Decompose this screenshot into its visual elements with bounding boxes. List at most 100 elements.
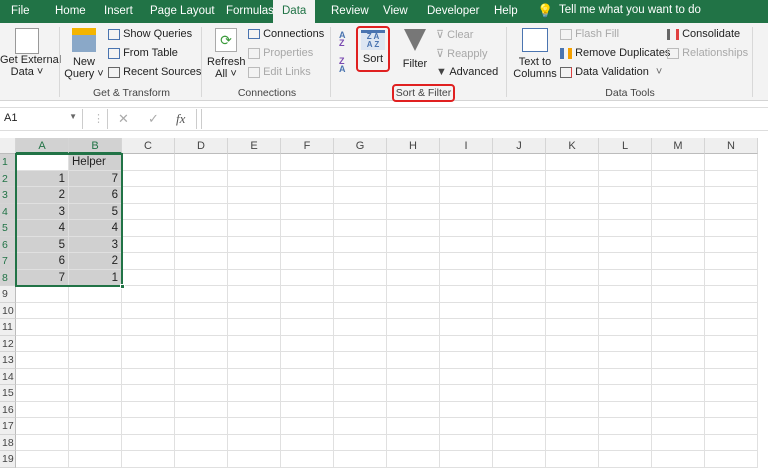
cell-A18[interactable] bbox=[16, 434, 69, 451]
from-table-button[interactable]: From Table bbox=[108, 47, 178, 59]
cell-G17[interactable] bbox=[334, 418, 387, 435]
column-header-N[interactable]: N bbox=[705, 138, 758, 154]
row-header-17[interactable]: 17 bbox=[0, 418, 16, 435]
cell-G7[interactable] bbox=[334, 253, 387, 270]
cell-B10[interactable] bbox=[69, 302, 122, 319]
cell-M18[interactable] bbox=[652, 434, 705, 451]
column-header-K[interactable]: K bbox=[546, 138, 599, 154]
row-header-5[interactable]: 5 bbox=[0, 220, 16, 237]
cell-N1[interactable] bbox=[705, 154, 758, 171]
cell-J10[interactable] bbox=[493, 302, 546, 319]
cell-C1[interactable] bbox=[122, 154, 175, 171]
cell-H8[interactable] bbox=[387, 269, 440, 286]
cell-B16[interactable] bbox=[69, 401, 122, 418]
cell-C17[interactable] bbox=[122, 418, 175, 435]
cell-E7[interactable] bbox=[228, 253, 281, 270]
cell-M12[interactable] bbox=[652, 335, 705, 352]
cell-K2[interactable] bbox=[546, 170, 599, 187]
cell-L5[interactable] bbox=[599, 220, 652, 237]
row-header-6[interactable]: 6 bbox=[0, 236, 16, 253]
cell-E15[interactable] bbox=[228, 385, 281, 402]
cell-B15[interactable] bbox=[69, 385, 122, 402]
row-header-7[interactable]: 7 bbox=[0, 253, 16, 270]
cell-H9[interactable] bbox=[387, 286, 440, 303]
row-header-11[interactable]: 11 bbox=[0, 319, 16, 336]
cell-L3[interactable] bbox=[599, 187, 652, 204]
cell-L6[interactable] bbox=[599, 236, 652, 253]
cell-B13[interactable] bbox=[69, 352, 122, 369]
cell-J14[interactable] bbox=[493, 368, 546, 385]
cell-E10[interactable] bbox=[228, 302, 281, 319]
cell-N10[interactable] bbox=[705, 302, 758, 319]
new-query-button[interactable]: New Query ˅ bbox=[64, 25, 104, 80]
column-header-E[interactable]: E bbox=[228, 138, 281, 154]
cell-F6[interactable] bbox=[281, 236, 334, 253]
cell-G1[interactable] bbox=[334, 154, 387, 171]
cell-A13[interactable] bbox=[16, 352, 69, 369]
cell-A16[interactable] bbox=[16, 401, 69, 418]
cell-D11[interactable] bbox=[175, 319, 228, 336]
cell-C14[interactable] bbox=[122, 368, 175, 385]
cell-C18[interactable] bbox=[122, 434, 175, 451]
cell-H16[interactable] bbox=[387, 401, 440, 418]
cell-L14[interactable] bbox=[599, 368, 652, 385]
cell-E19[interactable] bbox=[228, 451, 281, 468]
select-all-button[interactable] bbox=[0, 138, 16, 154]
cell-I1[interactable] bbox=[440, 154, 493, 171]
cell-D15[interactable] bbox=[175, 385, 228, 402]
cell-G2[interactable] bbox=[334, 170, 387, 187]
cell-F11[interactable] bbox=[281, 319, 334, 336]
cell-L17[interactable] bbox=[599, 418, 652, 435]
cell-M6[interactable] bbox=[652, 236, 705, 253]
cell-K11[interactable] bbox=[546, 319, 599, 336]
cell-J16[interactable] bbox=[493, 401, 546, 418]
cell-C5[interactable] bbox=[122, 220, 175, 237]
cell-K4[interactable] bbox=[546, 203, 599, 220]
cell-M9[interactable] bbox=[652, 286, 705, 303]
cell-A10[interactable] bbox=[16, 302, 69, 319]
name-box[interactable]: A1 ▼ bbox=[0, 109, 83, 129]
chevron-down-icon[interactable]: ▼ bbox=[69, 112, 77, 121]
row-header-8[interactable]: 8 bbox=[0, 269, 16, 286]
recent-sources-button[interactable]: Recent Sources bbox=[108, 66, 201, 78]
cell-K13[interactable] bbox=[546, 352, 599, 369]
properties-button[interactable]: Properties bbox=[248, 47, 313, 59]
cell-I4[interactable] bbox=[440, 203, 493, 220]
cell-N17[interactable] bbox=[705, 418, 758, 435]
cell-N11[interactable] bbox=[705, 319, 758, 336]
cell-K18[interactable] bbox=[546, 434, 599, 451]
advanced-button[interactable]: ▼ Advanced bbox=[436, 66, 498, 78]
cell-N16[interactable] bbox=[705, 401, 758, 418]
cell-E3[interactable] bbox=[228, 187, 281, 204]
column-header-J[interactable]: J bbox=[493, 138, 546, 154]
cell-I6[interactable] bbox=[440, 236, 493, 253]
cell-F1[interactable] bbox=[281, 154, 334, 171]
cell-B17[interactable] bbox=[69, 418, 122, 435]
cell-M14[interactable] bbox=[652, 368, 705, 385]
cell-N2[interactable] bbox=[705, 170, 758, 187]
cell-D12[interactable] bbox=[175, 335, 228, 352]
cell-H4[interactable] bbox=[387, 203, 440, 220]
cell-C11[interactable] bbox=[122, 319, 175, 336]
cell-N3[interactable] bbox=[705, 187, 758, 204]
cell-J8[interactable] bbox=[493, 269, 546, 286]
cell-D13[interactable] bbox=[175, 352, 228, 369]
cell-K6[interactable] bbox=[546, 236, 599, 253]
cell-F9[interactable] bbox=[281, 286, 334, 303]
cell-K10[interactable] bbox=[546, 302, 599, 319]
cell-D19[interactable] bbox=[175, 451, 228, 468]
row-header-9[interactable]: 9 bbox=[0, 286, 16, 303]
cell-D17[interactable] bbox=[175, 418, 228, 435]
cell-E18[interactable] bbox=[228, 434, 281, 451]
cell-K12[interactable] bbox=[546, 335, 599, 352]
cell-A9[interactable] bbox=[16, 286, 69, 303]
text-to-columns-button[interactable]: Text to Columns bbox=[512, 25, 558, 80]
cell-I12[interactable] bbox=[440, 335, 493, 352]
cell-K5[interactable] bbox=[546, 220, 599, 237]
cell-G10[interactable] bbox=[334, 302, 387, 319]
cell-C9[interactable] bbox=[122, 286, 175, 303]
cell-F2[interactable] bbox=[281, 170, 334, 187]
cell-N13[interactable] bbox=[705, 352, 758, 369]
cell-D5[interactable] bbox=[175, 220, 228, 237]
cell-J11[interactable] bbox=[493, 319, 546, 336]
